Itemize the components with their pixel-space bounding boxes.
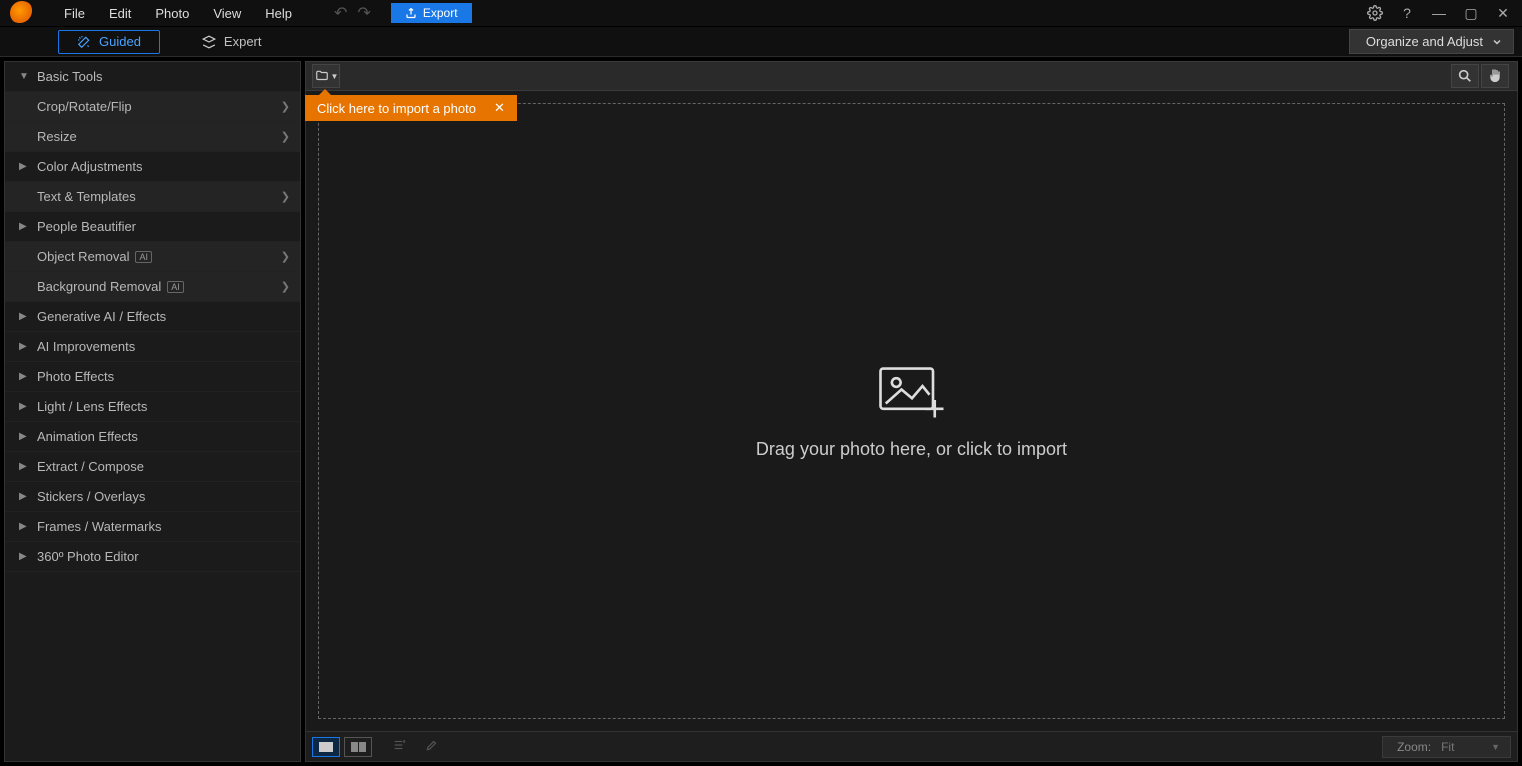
history-group: ↶ ↷ [334,3,371,23]
redo-icon[interactable]: ↷ [357,3,370,23]
tooltip-close-button[interactable]: ✕ [494,100,505,116]
caret-right-icon: ▶ [19,491,31,502]
sidebar-color-adjustments[interactable]: ▶Color Adjustments [5,152,300,182]
menu-edit[interactable]: Edit [97,0,143,27]
open-folder-button[interactable]: ▼ [312,64,340,88]
caret-right-icon: ▶ [19,521,31,532]
ai-badge: AI [135,251,152,263]
main-area: ▼ Drag your photo here, or click to impo… [305,61,1518,762]
sidebar-resize[interactable]: Resize❯ [5,122,300,152]
menu-help[interactable]: Help [253,0,304,27]
caret-right-icon: ▶ [19,341,31,352]
zoom-label: Zoom: [1397,740,1431,754]
mode-bar: Guided Expert Organize and Adjust [0,27,1522,57]
canvas[interactable]: Drag your photo here, or click to import… [305,91,1518,732]
caret-right-icon: ▶ [19,161,31,172]
view-split-button[interactable] [344,737,372,757]
import-tooltip: Click here to import a photo ✕ [305,95,517,121]
chevron-right-icon: ❯ [281,250,290,263]
caret-right-icon: ▶ [19,431,31,442]
chevron-down-icon [1491,36,1503,48]
mode-guided-label: Guided [99,34,141,49]
hand-icon [1487,68,1503,84]
sidebar-background-removal[interactable]: Background RemovalAI❯ [5,272,300,302]
sidebar-extract-compose[interactable]: ▶Extract / Compose [5,452,300,482]
caret-down-icon: ▼ [1491,742,1500,752]
titlebar-controls: ? — ▢ ✕ [1364,2,1522,24]
export-label: Export [423,6,458,20]
caret-right-icon: ▶ [19,461,31,472]
chevron-right-icon: ❯ [281,100,290,113]
export-icon [405,7,417,19]
undo-icon[interactable]: ↶ [334,3,347,23]
close-button[interactable]: ✕ [1492,2,1514,24]
minimize-button[interactable]: — [1428,2,1450,24]
sidebar-crop-rotate[interactable]: Crop/Rotate/Flip❯ [5,92,300,122]
sidebar-stickers-overlays[interactable]: ▶Stickers / Overlays [5,482,300,512]
list-icon[interactable] [392,738,408,755]
sidebar-ai-improvements[interactable]: ▶AI Improvements [5,332,300,362]
caret-right-icon: ▶ [19,221,31,232]
folder-icon [314,69,330,83]
mode-guided-tab[interactable]: Guided [58,30,160,54]
caret-right-icon: ▶ [19,551,31,562]
chevron-right-icon: ❯ [281,190,290,203]
chevron-right-icon: ❯ [281,280,290,293]
maximize-button[interactable]: ▢ [1460,2,1482,24]
menu-view[interactable]: View [201,0,253,27]
split-view-icon [351,742,366,752]
view-single-button[interactable] [312,737,340,757]
caret-down-icon: ▼ [19,71,31,82]
single-view-icon [319,742,333,752]
caret-right-icon: ▶ [19,311,31,322]
chevron-right-icon: ❯ [281,130,290,143]
ai-badge: AI [167,281,184,293]
sidebar-360-photo-editor[interactable]: ▶360º Photo Editor [5,542,300,572]
sidebar-frames-watermarks[interactable]: ▶Frames / Watermarks [5,512,300,542]
bottom-bar: Zoom: Fit ▼ [305,732,1518,762]
sidebar-generative-ai[interactable]: ▶Generative AI / Effects [5,302,300,332]
menu-bar: File Edit Photo View Help ↶ ↷ Export ? —… [0,0,1522,27]
mode-expert-tab[interactable]: Expert [184,30,280,54]
app-logo-icon [10,1,34,25]
export-button[interactable]: Export [391,3,472,23]
tooltip-text: Click here to import a photo [317,101,476,116]
pen-icon[interactable] [424,738,440,755]
sidebar-text-templates[interactable]: Text & Templates❯ [5,182,300,212]
sidebar-animation-effects[interactable]: ▶Animation Effects [5,422,300,452]
tools-sidebar: ▼Basic Tools Crop/Rotate/Flip❯ Resize❯ ▶… [4,61,301,762]
mode-expert-label: Expert [224,34,262,49]
help-icon[interactable]: ? [1396,2,1418,24]
zoom-tool-button[interactable] [1451,64,1479,88]
zoom-value: Fit [1441,740,1481,754]
settings-icon[interactable] [1364,2,1386,24]
zoom-control[interactable]: Zoom: Fit ▼ [1382,736,1511,758]
drop-text: Drag your photo here, or click to import [756,439,1067,460]
organize-adjust-button[interactable]: Organize and Adjust [1349,29,1514,54]
canvas-toolbar: ▼ [305,61,1518,91]
drop-zone[interactable]: Drag your photo here, or click to import [318,103,1505,719]
caret-down-icon: ▼ [331,72,339,81]
menu-file[interactable]: File [52,0,97,27]
menu-photo[interactable]: Photo [143,0,201,27]
sidebar-people-beautifier[interactable]: ▶People Beautifier [5,212,300,242]
sidebar-basic-tools[interactable]: ▼Basic Tools [5,62,300,92]
caret-right-icon: ▶ [19,371,31,382]
sidebar-photo-effects[interactable]: ▶Photo Effects [5,362,300,392]
sidebar-object-removal[interactable]: Object RemovalAI❯ [5,242,300,272]
wand-icon [77,35,91,49]
caret-right-icon: ▶ [19,401,31,412]
organize-label: Organize and Adjust [1366,34,1483,49]
sidebar-light-lens[interactable]: ▶Light / Lens Effects [5,392,300,422]
image-placeholder-icon [877,363,947,423]
layers-icon [202,35,216,49]
magnify-icon [1457,68,1473,84]
pan-tool-button[interactable] [1481,64,1509,88]
